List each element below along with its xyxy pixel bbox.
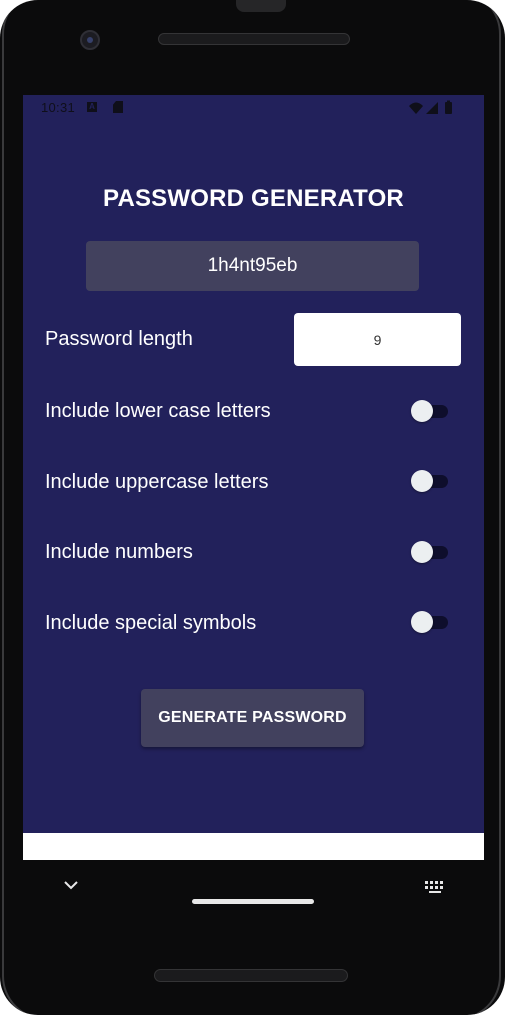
toggle-uppercase[interactable] [411,470,449,492]
keyboard-icon[interactable] [424,880,446,894]
option-label-uppercase: Include uppercase letters [45,471,269,493]
option-label-lowercase: Include lower case letters [45,400,271,422]
status-time: 10:31 [41,100,76,115]
option-label-symbols: Include special symbols [45,612,257,634]
toggle-thumb [411,400,433,422]
toggle-lowercase[interactable] [411,400,449,422]
toggle-thumb [411,611,433,633]
toggle-numbers[interactable] [411,541,449,563]
toggle-thumb [411,541,433,563]
phone-top-bump [236,0,286,12]
toggle-thumb [411,470,433,492]
bottom-white-strip [23,833,484,860]
signal-icon [426,102,438,114]
wifi-icon [409,102,423,114]
notification-a-icon: A [87,102,97,112]
toggle-symbols[interactable] [411,611,449,633]
app-screen: 10:31 A PASSWORD GENERATOR 1h4nt95eb Pas… [23,95,484,860]
option-label-numbers: Include numbers [45,541,193,563]
generate-password-button[interactable]: GENERATE PASSWORD [141,689,364,747]
password-length-input[interactable] [294,313,461,366]
password-length-label: Password length [45,328,193,350]
battery-icon [445,102,452,114]
page-title: PASSWORD GENERATOR [103,185,404,212]
bottom-speaker [154,969,348,982]
status-bar: 10:31 A [23,95,484,121]
phone-frame: 10:31 A PASSWORD GENERATOR 1h4nt95eb Pas… [0,0,505,1015]
earpiece-speaker [158,33,350,45]
status-right-icons [409,100,452,114]
chevron-down-icon[interactable] [62,878,80,892]
front-camera-icon [80,30,100,50]
home-handle[interactable] [192,899,314,904]
sd-card-icon [113,101,123,113]
generated-password-display: 1h4nt95eb [86,241,419,291]
